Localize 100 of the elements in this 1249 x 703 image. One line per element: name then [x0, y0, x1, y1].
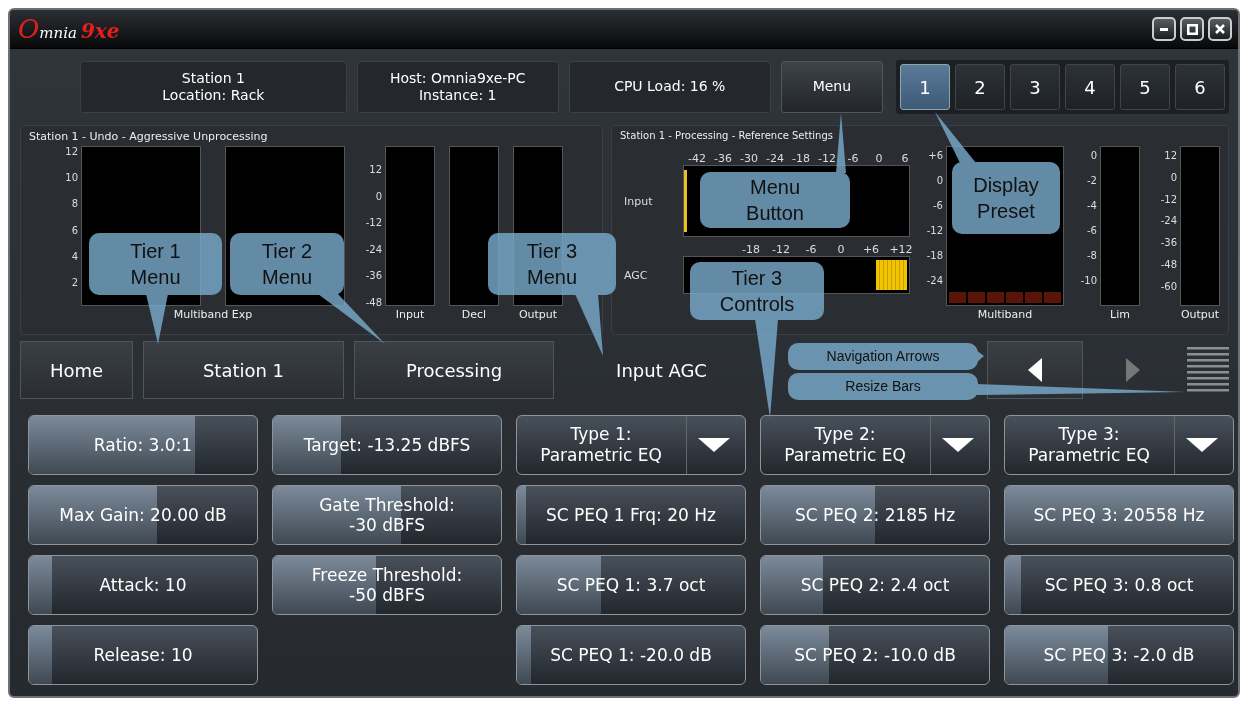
resize-bars-icon[interactable] — [1187, 347, 1229, 393]
dropdown-caret-icon — [941, 437, 975, 453]
type-dropdown[interactable]: Type 2: Parametric EQ — [760, 415, 990, 475]
breadcrumb-button[interactable]: Station 1 — [143, 341, 344, 399]
slider-button[interactable]: SC PEQ 3: -2.0 dB — [1004, 625, 1234, 685]
slider-button[interactable]: Attack: 10 — [28, 555, 258, 615]
scale-label: 2 — [71, 276, 78, 288]
scale-label: -42 — [688, 152, 706, 165]
scale-label: 12 — [65, 146, 78, 157]
slider-button[interactable]: Gate Threshold: -30 dBFS — [272, 485, 502, 545]
callout-label: Tier 2 Menu — [260, 239, 314, 290]
scale-label: -12 — [772, 243, 790, 256]
minimize-button[interactable] — [1152, 17, 1176, 41]
preset-button[interactable]: 3 — [1010, 64, 1060, 110]
slider-button[interactable]: SC PEQ 3: 0.8 oct — [1004, 555, 1234, 615]
slider-button[interactable]: SC PEQ 2: -10.0 dB — [760, 625, 990, 685]
scale-label: 6 — [901, 152, 909, 165]
breadcrumb-button[interactable]: Home — [20, 341, 133, 399]
scale-label: -24 — [766, 152, 784, 165]
breadcrumb-button[interactable]: Processing — [354, 341, 554, 399]
scale-label: -6 — [847, 152, 859, 165]
meter-label: Output — [518, 308, 558, 321]
meter-label: Decl — [461, 308, 487, 321]
scale-label: -18 — [792, 152, 810, 165]
scale-label: -12 — [818, 152, 836, 165]
callout-label: Navigation Arrows — [826, 348, 940, 365]
scale-label: 12 — [1164, 150, 1177, 161]
right-arrow-icon — [1125, 357, 1141, 383]
scale-label: -18 — [742, 243, 760, 256]
scale-label: -24 — [1160, 215, 1177, 227]
preset-button[interactable]: 1 — [900, 64, 950, 110]
slider-button[interactable]: SC PEQ 2: 2.4 oct — [760, 555, 990, 615]
preset-button[interactable]: 5 — [1120, 64, 1170, 110]
current-page-label: Input AGC — [615, 358, 708, 383]
scale-label: -6 — [933, 200, 943, 211]
slider-button[interactable]: SC PEQ 1: 3.7 oct — [516, 555, 746, 615]
slider-button[interactable]: Target: -13.25 dBFS — [272, 415, 502, 475]
slider-button[interactable]: SC PEQ 1: -20.0 dB — [516, 625, 746, 685]
close-icon — [1215, 24, 1225, 34]
cpu-load: CPU Load: 16 % — [568, 61, 771, 113]
scale-label: 0 — [1090, 150, 1097, 161]
meter-label: AGC — [623, 268, 649, 282]
scale-label: -48 — [1160, 259, 1177, 271]
preset-button[interactable]: 6 — [1175, 64, 1225, 110]
scale-label: 0 — [837, 243, 845, 256]
scale-label: -6 — [1087, 225, 1097, 236]
slider-button[interactable]: Ratio: 3.0:1 — [28, 415, 258, 475]
scale-label: -48 — [365, 296, 382, 308]
scale-label: 0 — [375, 190, 382, 202]
scale-label: 0 — [936, 175, 943, 186]
left-arrow-icon — [1027, 357, 1043, 383]
slider-button[interactable]: Release: 10 — [28, 625, 258, 685]
scale-label: 0 — [875, 152, 883, 165]
menu-button[interactable]: Menu — [780, 61, 883, 113]
scale-label: 4 — [71, 250, 78, 262]
preset-button[interactable]: 2 — [955, 64, 1005, 110]
scale-label: -36 — [1160, 237, 1177, 249]
maximize-button[interactable] — [1180, 17, 1204, 41]
slider-button[interactable]: SC PEQ 1 Frq: 20 Hz — [516, 485, 746, 545]
dropdown-caret-icon — [697, 437, 731, 453]
meter-label: Lim — [1110, 308, 1130, 321]
scale-label: -8 — [1087, 250, 1097, 261]
slider-button[interactable]: Max Gain: 20.00 dB — [28, 485, 258, 545]
meter-label: Input — [395, 308, 425, 321]
close-button[interactable] — [1208, 17, 1232, 41]
scale-label: -6 — [805, 243, 817, 256]
preset-button[interactable]: 4 — [1065, 64, 1115, 110]
scale-label: +12 — [889, 243, 913, 256]
scale-label: -4 — [1087, 200, 1097, 211]
app-logo: Omnia 9xe — [18, 14, 120, 44]
scale-label: -12 — [926, 225, 943, 236]
minimize-icon — [1160, 27, 1168, 31]
scale-label: -24 — [926, 275, 943, 286]
scale-label: 0 — [1170, 171, 1177, 183]
callout-label: Tier 3 Menu — [525, 239, 579, 290]
scale-label: 10 — [65, 172, 78, 184]
callout-label: Tier 1 Menu — [129, 239, 182, 290]
meter-label: Output — [1180, 308, 1220, 321]
scale-label: -60 — [1160, 280, 1177, 292]
callout-label: Tier 3 Controls — [718, 266, 796, 317]
meter-label: Input — [623, 194, 654, 208]
panel-title: Station 1 - Processing - Reference Settings — [620, 130, 834, 143]
station-info: Station 1 Location: Rack — [80, 61, 347, 113]
scale-label: +6 — [928, 150, 943, 161]
type-dropdown[interactable]: Type 3: Parametric EQ — [1004, 415, 1234, 475]
maximize-icon — [1186, 23, 1198, 35]
slider-button[interactable]: Freeze Threshold: -50 dBFS — [272, 555, 502, 615]
callout-label: Resize Bars — [845, 378, 921, 395]
meter-label: Multiband — [977, 308, 1033, 321]
scale-label: -12 — [1160, 193, 1177, 205]
type-dropdown[interactable]: Type 1: Parametric EQ — [516, 415, 746, 475]
scale-label: -24 — [365, 243, 382, 255]
scale-label: -36 — [365, 270, 382, 282]
slider-button[interactable]: SC PEQ 3: 20558 Hz — [1004, 485, 1234, 545]
dropdown-caret-icon — [1185, 437, 1219, 453]
slider-button[interactable]: SC PEQ 2: 2185 Hz — [760, 485, 990, 545]
scale-label: 6 — [71, 224, 78, 236]
scale-label: -12 — [365, 217, 382, 229]
scale-label: -10 — [1080, 275, 1097, 286]
meter-label: Multiband Exp — [173, 308, 253, 321]
